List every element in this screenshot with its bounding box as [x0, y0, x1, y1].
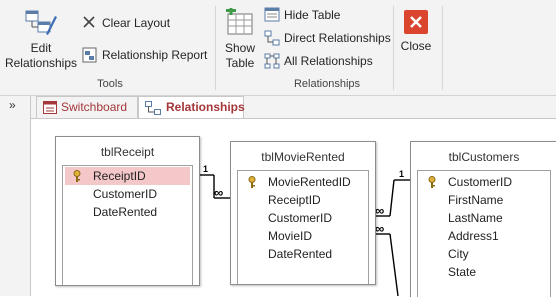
clear-layout-icon: [83, 16, 95, 28]
field-row[interactable]: State: [420, 263, 548, 281]
relationships-group-label: Relationships: [293, 78, 361, 90]
table-title: tblCustomers: [448, 150, 520, 164]
field-list: CustomerID FirstName LastName Address1 C…: [417, 170, 551, 297]
table-tblreceipt[interactable]: tblReceipt ReceiptID CustomerID DateRent…: [55, 136, 200, 286]
table-title: tblReceipt: [100, 145, 155, 159]
tab-label: Relationships: [166, 100, 245, 114]
show-table-label-2: Table: [225, 56, 255, 70]
all-relationships-button[interactable]: All Relationships: [264, 52, 414, 70]
close-label: Close: [400, 39, 432, 53]
field-name: MovieID: [268, 229, 313, 243]
relationship-report-label: Relationship Report: [102, 48, 208, 62]
field-row[interactable]: DateRented: [240, 245, 366, 263]
field-name: ReceiptID: [268, 193, 321, 207]
show-table-button[interactable]: Show Table: [220, 8, 260, 74]
field-name: CustomerID: [448, 175, 513, 189]
relationship-many-label: ∞: [375, 203, 385, 218]
table-title: tblMovieRented: [261, 150, 345, 164]
navigation-pane-collapsed[interactable]: »: [0, 96, 31, 296]
clear-layout-button[interactable]: Clear Layout: [82, 14, 202, 32]
field-name: DateRented: [268, 247, 333, 261]
field-row[interactable]: MovieID: [240, 227, 366, 245]
field-list: ReceiptID CustomerID DateRented: [62, 165, 193, 285]
ribbon: Edit Relationships Clear Layout Relation…: [0, 0, 556, 96]
relationship-many-label: ∞: [214, 185, 224, 200]
ribbon-separator: [215, 6, 216, 90]
field-name: LastName: [448, 211, 503, 225]
field-row[interactable]: CustomerID: [420, 173, 548, 191]
primary-key-icon: [248, 176, 256, 188]
all-relationships-label: All Relationships: [284, 54, 373, 68]
hide-table-label: Hide Table: [284, 8, 341, 22]
field-name: FirstName: [448, 193, 504, 207]
field-name: State: [448, 265, 477, 279]
tab-relationships[interactable]: Relationships: [138, 96, 245, 119]
field-row[interactable]: LastName: [420, 209, 548, 227]
field-name: MovieRentedID: [268, 175, 351, 189]
field-row[interactable]: ReceiptID: [65, 167, 190, 185]
field-row[interactable]: DateRented: [65, 203, 190, 221]
field-row[interactable]: City: [420, 245, 548, 263]
field-name: CustomerID: [268, 211, 333, 225]
field-row[interactable]: FirstName: [420, 191, 548, 209]
field-row[interactable]: MovieRentedID: [240, 173, 366, 191]
ribbon-separator: [393, 6, 394, 90]
field-list: MovieRentedID ReceiptID CustomerID Movie…: [237, 170, 369, 284]
show-table-label-1: Show: [224, 41, 256, 55]
primary-key-icon: [428, 176, 436, 188]
table-tblcustomers[interactable]: tblCustomers CustomerID FirstName LastNa…: [410, 141, 556, 297]
show-table-icon: [226, 8, 253, 35]
tab-label: Switchboard: [61, 100, 128, 114]
edit-relationships-icon: [25, 10, 57, 35]
field-row[interactable]: Address1: [420, 227, 548, 245]
ribbon-separator: [442, 6, 443, 90]
edit-relationships-button[interactable]: Edit Relationships: [4, 8, 78, 74]
clear-layout-label: Clear Layout: [102, 16, 171, 30]
relationships-icon: [145, 101, 161, 115]
tools-group-label: Tools: [97, 78, 123, 90]
expand-nav-icon[interactable]: »: [9, 98, 16, 112]
relationship-one-label: 1: [399, 169, 405, 179]
form-icon: [43, 101, 57, 114]
relationship-report-icon: [82, 47, 97, 63]
primary-key-icon: [73, 170, 81, 182]
close-icon: [404, 10, 428, 34]
field-name: City: [448, 247, 469, 261]
direct-relationships-button[interactable]: Direct Relationships: [264, 29, 414, 47]
field-name: ReceiptID: [93, 169, 146, 183]
table-tblmovierented[interactable]: tblMovieRented MovieRentedID ReceiptID C…: [230, 141, 376, 285]
direct-relationships-icon: [264, 30, 280, 46]
relationship-many-label: ∞: [375, 221, 385, 236]
hide-table-button[interactable]: Hide Table: [264, 6, 414, 24]
all-relationships-icon: [264, 53, 280, 69]
field-row[interactable]: ReceiptID: [240, 191, 366, 209]
field-row[interactable]: CustomerID: [240, 209, 366, 227]
field-name: Address1: [448, 229, 499, 243]
field-name: CustomerID: [93, 187, 158, 201]
edit-relationships-label: Edit Relationships: [4, 41, 78, 70]
hide-table-icon: [264, 7, 280, 22]
direct-relationships-label: Direct Relationships: [284, 31, 391, 45]
relationship-report-button[interactable]: Relationship Report: [82, 46, 212, 64]
field-row[interactable]: CustomerID: [65, 185, 190, 203]
tab-switchboard[interactable]: Switchboard: [36, 96, 138, 118]
relationship-one-label: 1: [203, 164, 209, 174]
field-name: DateRented: [93, 205, 158, 219]
close-button[interactable]: Close: [396, 10, 436, 60]
